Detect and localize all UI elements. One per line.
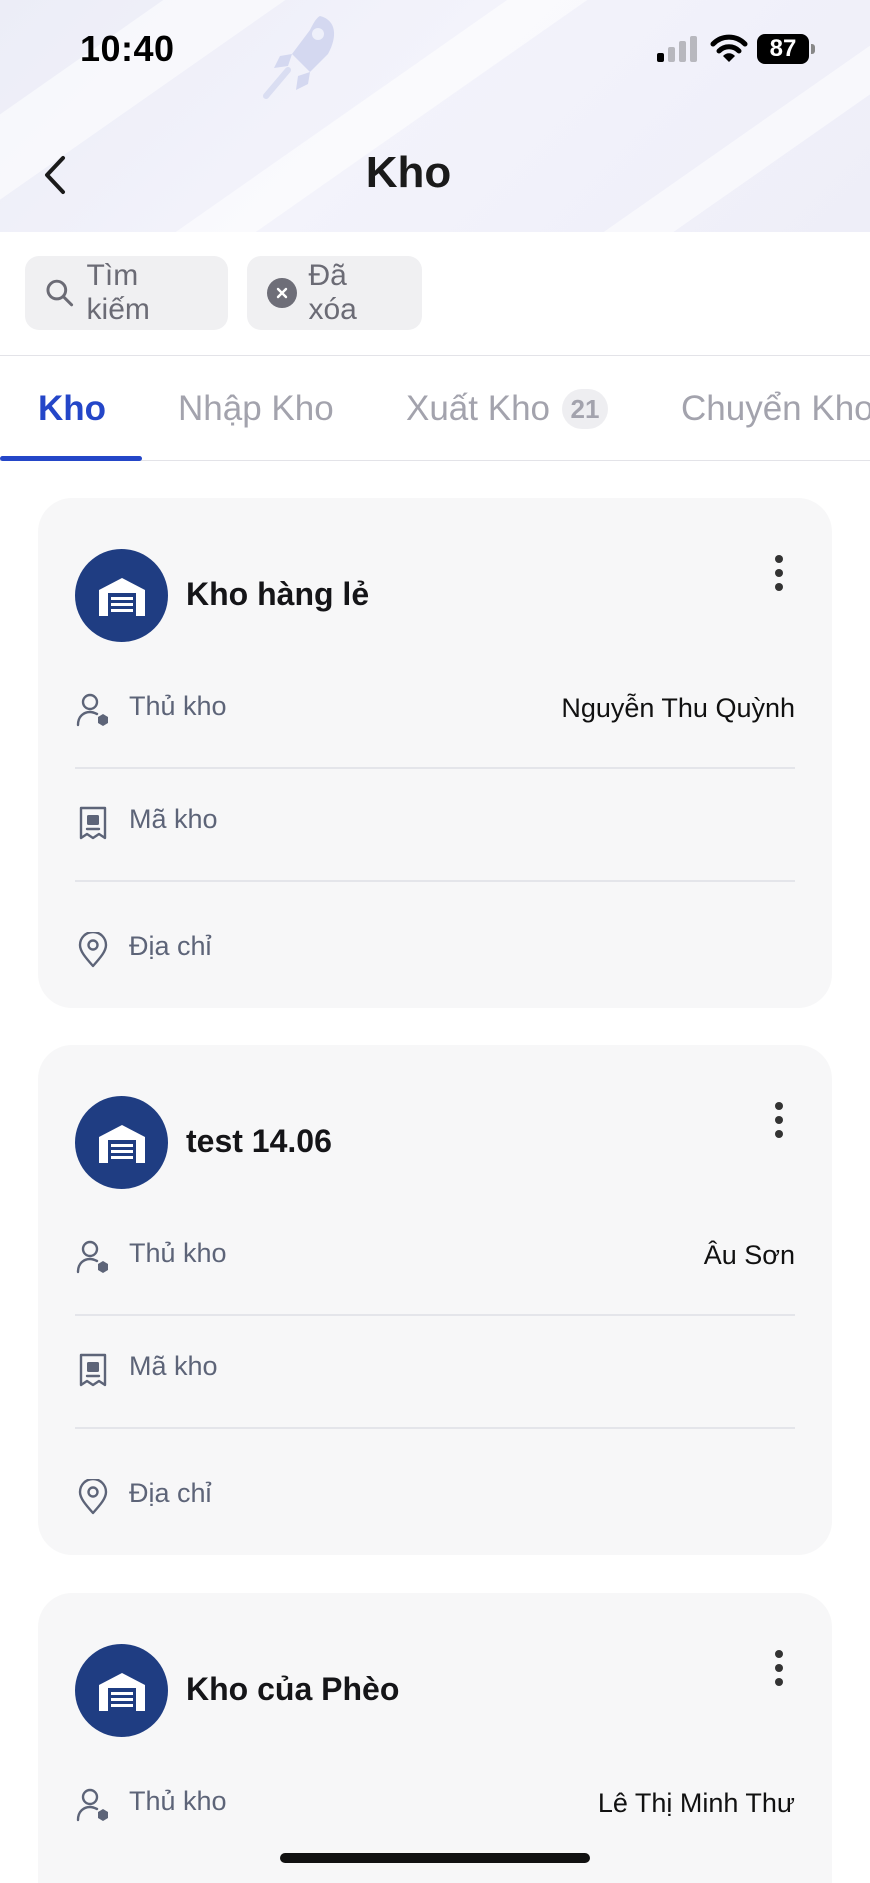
home-indicator[interactable]	[280, 1853, 590, 1863]
warehouse-name: test 14.06	[186, 1123, 332, 1159]
tab-xuat-kho[interactable]: Xuất Kho 21	[406, 356, 608, 462]
more-icon	[775, 1102, 783, 1110]
warehouse-avatar	[75, 1644, 168, 1737]
user-icon	[76, 1240, 108, 1274]
more-icon	[775, 555, 783, 563]
warehouse-card[interactable]: Kho hàng lẻ Thủ kho Nguyễn Thu Quỳnh Mã …	[38, 498, 832, 1008]
divider	[75, 767, 795, 769]
battery-level: 87	[769, 35, 797, 62]
search-chip[interactable]: Tìm kiếm	[25, 256, 228, 330]
count-badge: 21	[562, 389, 608, 429]
keeper-value: Nguyễn Thu Quỳnh	[561, 693, 795, 723]
wifi-icon	[710, 34, 748, 62]
tab-label: Chuyển Kho	[681, 389, 870, 428]
warehouse-card[interactable]: Kho của Phèo Thủ kho Lê Thị Minh Thư	[38, 1593, 832, 1883]
search-chip-label: Tìm kiếm	[86, 259, 150, 326]
warehouse-icon	[98, 1672, 145, 1711]
keeper-row: Thủ kho Âu Sơn	[75, 1212, 795, 1302]
divider	[75, 880, 795, 882]
code-icon	[79, 806, 107, 840]
warehouse-avatar	[75, 1096, 168, 1189]
tab-label: Nhập Kho	[178, 389, 334, 428]
warehouse-icon	[98, 577, 145, 616]
warehouse-avatar	[75, 549, 168, 642]
code-icon	[79, 1353, 107, 1387]
header: 10:40 87 Kho	[0, 0, 870, 232]
search-icon	[46, 279, 74, 307]
keeper-value: Lê Thị Minh Thư	[597, 1788, 795, 1818]
keeper-label: Thủ kho	[129, 691, 227, 721]
tab-kho[interactable]: Kho	[38, 356, 106, 462]
tab-chuyen-kho[interactable]: Chuyển Kho	[681, 356, 870, 462]
keeper-value: Âu Sơn	[703, 1240, 795, 1270]
warehouse-card[interactable]: test 14.06 Thủ kho Âu Sơn Mã kho Địa chỉ	[38, 1045, 832, 1555]
page-title: Kho	[365, 148, 452, 197]
deleted-filter-chip[interactable]: Đã xóa	[247, 256, 422, 330]
more-options-button[interactable]	[766, 1100, 792, 1140]
active-tab-indicator	[0, 456, 142, 461]
battery-icon: 87	[757, 34, 815, 64]
user-icon	[76, 693, 108, 727]
user-icon	[76, 1788, 108, 1822]
keeper-label: Thủ kho	[129, 1238, 227, 1268]
address-row: Địa chỉ	[75, 905, 795, 995]
deleted-chip-label: Đã xóa	[308, 259, 357, 326]
close-icon	[267, 278, 297, 308]
divider	[75, 1314, 795, 1316]
code-row: Mã kho	[75, 778, 795, 868]
more-options-button[interactable]	[766, 553, 792, 593]
warehouse-icon	[98, 1124, 145, 1163]
code-row: Mã kho	[75, 1325, 795, 1415]
tab-bar: Kho Nhập Kho Xuất Kho 21 Chuyển Kho	[0, 355, 870, 461]
more-icon	[775, 1650, 783, 1658]
code-label: Mã kho	[129, 1351, 218, 1381]
address-label: Địa chỉ	[129, 1478, 212, 1508]
location-icon	[78, 1479, 108, 1515]
keeper-label: Thủ kho	[129, 1786, 227, 1816]
tab-label: Kho	[38, 389, 107, 428]
location-icon	[78, 932, 108, 968]
status-time: 10:40	[80, 28, 175, 69]
warehouse-name: Kho của Phèo	[186, 1671, 400, 1707]
code-label: Mã kho	[129, 804, 218, 834]
tab-nhap-kho[interactable]: Nhập Kho	[178, 356, 334, 462]
keeper-row: Thủ kho Nguyễn Thu Quỳnh	[75, 665, 795, 755]
address-row: Địa chỉ	[75, 1452, 795, 1542]
more-options-button[interactable]	[766, 1648, 792, 1688]
signal-icon	[657, 36, 697, 62]
warehouse-name: Kho hàng lẻ	[186, 576, 370, 612]
tab-label: Xuất Kho	[406, 389, 550, 428]
status-bar: 10:40 87	[0, 0, 870, 100]
keeper-row: Thủ kho Lê Thị Minh Thư	[75, 1760, 795, 1850]
address-label: Địa chỉ	[129, 931, 212, 961]
divider	[75, 1427, 795, 1429]
